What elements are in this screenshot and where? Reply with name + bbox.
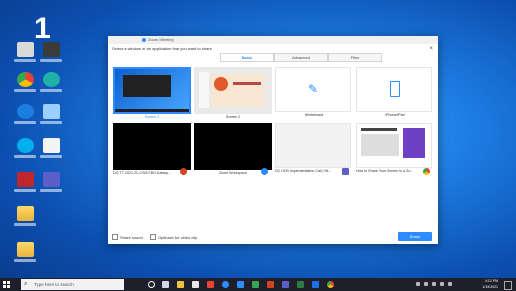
windows-start-icon[interactable] (3, 281, 10, 288)
slide-preview (211, 74, 265, 107)
taskbar-search-box[interactable]: ⌕ Type here to search (21, 279, 124, 290)
window-thumbnail (275, 123, 351, 168)
share-screen-dialog: Zoom Meeting Select a window or an appli… (108, 36, 438, 244)
store-icon[interactable] (192, 281, 199, 288)
powerpoint-icon (180, 168, 187, 175)
edge-icon[interactable] (40, 72, 62, 92)
system-clock[interactable]: 4:12 PM 1/19/2021 (482, 278, 498, 290)
iphone-thumbnail (356, 67, 432, 112)
search-placeholder: Type here to search (34, 282, 74, 287)
user-folder-icon[interactable] (14, 206, 36, 226)
taskbar: ⌕ Type here to search 4:12 PM 1/19/2021 (0, 278, 516, 291)
task-view-icon[interactable] (162, 281, 169, 288)
screen-1-thumbnail (113, 67, 191, 114)
checkbox-box (112, 234, 118, 240)
zoom-app-icon (261, 168, 268, 175)
app-icon-red[interactable] (14, 172, 36, 192)
tile-label: Whiteboard (304, 113, 324, 117)
chrome-icon[interactable] (14, 72, 36, 92)
screen-2-thumbnail (194, 67, 272, 114)
folder-icon[interactable] (14, 242, 36, 262)
window-thumbnail (194, 123, 272, 170)
computer-icon[interactable] (40, 104, 62, 124)
edge-icon-2[interactable] (14, 104, 36, 124)
screen-1-taskbar-preview (115, 109, 189, 112)
optimize-video-label: Optimize for video clip (158, 234, 198, 240)
app-icon-red[interactable] (207, 281, 214, 288)
slides-sidebar-preview (199, 72, 209, 108)
tab-advanced[interactable]: Advanced (274, 53, 328, 62)
clock-date: 1/19/2021 (482, 285, 498, 289)
tray-icon-1[interactable] (416, 282, 420, 286)
desktop: { "step_number": "1", "share_dialog": { … (0, 0, 516, 291)
zoom-taskbar-icon[interactable] (222, 281, 229, 288)
share-tile-powerpoint-window[interactable]: DO-TT-2021.2C.CSM.FBO.Katsirp... (113, 123, 191, 176)
share-sound-label: Share sound (120, 234, 143, 240)
window-thumbnail (113, 123, 191, 170)
search-icon: ⌕ (24, 281, 28, 287)
tile-label: Screen 2 (225, 115, 241, 119)
zoom-icon (142, 38, 146, 42)
teams-taskbar-icon[interactable] (282, 281, 289, 288)
share-tile-screen-1[interactable]: Screen 1 (113, 67, 191, 120)
share-sound-checkbox[interactable]: Share sound (112, 234, 143, 240)
tile-label: iPhone/iPad (385, 113, 405, 117)
skype-icon[interactable] (14, 138, 36, 158)
file-explorer-icon[interactable] (177, 281, 184, 288)
share-tabs: Basic Advanced Files (220, 53, 382, 62)
chrome-taskbar-icon[interactable] (327, 281, 334, 288)
tile-label: Screen 1 (144, 115, 160, 119)
document-icon[interactable] (40, 138, 62, 158)
share-tile-browser-window[interactable]: How to Share Your Screen in a Zo... (356, 123, 434, 175)
optimize-video-checkbox[interactable]: Optimize for video clip (150, 234, 197, 240)
whiteboard-thumbnail: ✎ (275, 67, 351, 112)
teams-icon (342, 168, 349, 175)
volume-icon[interactable] (448, 282, 452, 286)
share-tile-zoom-workspace[interactable]: Zoom Workspace (194, 123, 272, 176)
dialog-app-title: Zoom Meeting (148, 37, 174, 42)
app-icon-blue[interactable] (40, 172, 62, 192)
close-icon[interactable]: × (429, 46, 433, 52)
share-tile-iphone-ipad[interactable]: iPhone/iPad (356, 67, 434, 118)
dialog-title-bar: Zoom Meeting (108, 36, 438, 44)
tab-basic[interactable]: Basic (220, 53, 274, 62)
cortana-icon[interactable] (148, 281, 155, 288)
checkbox-box (150, 234, 156, 240)
powerpoint-taskbar-icon[interactable] (267, 281, 274, 288)
share-tile-screen-2[interactable]: Screen 2 (194, 67, 272, 120)
window-thumbnail (356, 123, 432, 168)
screen-1-window-preview (123, 75, 171, 97)
dialog-instruction: Select a window or an application that y… (112, 46, 212, 51)
phone-icon (390, 81, 400, 97)
share-tile-teams-call[interactable]: DC HCB Implementation Call | Mi... (275, 123, 353, 175)
excel-taskbar-icon[interactable] (297, 281, 304, 288)
network-icon[interactable] (440, 282, 444, 286)
pencil-icon: ✎ (308, 82, 319, 96)
app-icon-blue[interactable] (237, 281, 244, 288)
app-icon-green[interactable] (252, 281, 259, 288)
step-number: 1 (34, 12, 51, 45)
dialog-footer: Share sound Optimize for video clip Shar… (108, 230, 438, 244)
chrome-icon (423, 168, 430, 175)
tray-icon-2[interactable] (424, 282, 428, 286)
share-tile-whiteboard[interactable]: ✎ Whiteboard (275, 67, 353, 118)
share-button[interactable]: Share (398, 232, 432, 241)
desktop-icon-app-1[interactable] (14, 42, 36, 62)
tray-icon-3[interactable] (432, 282, 436, 286)
notifications-icon[interactable] (504, 281, 512, 290)
desktop-icon-app-2[interactable] (40, 42, 62, 62)
tab-files[interactable]: Files (328, 53, 382, 62)
outlook-taskbar-icon[interactable] (312, 281, 319, 288)
